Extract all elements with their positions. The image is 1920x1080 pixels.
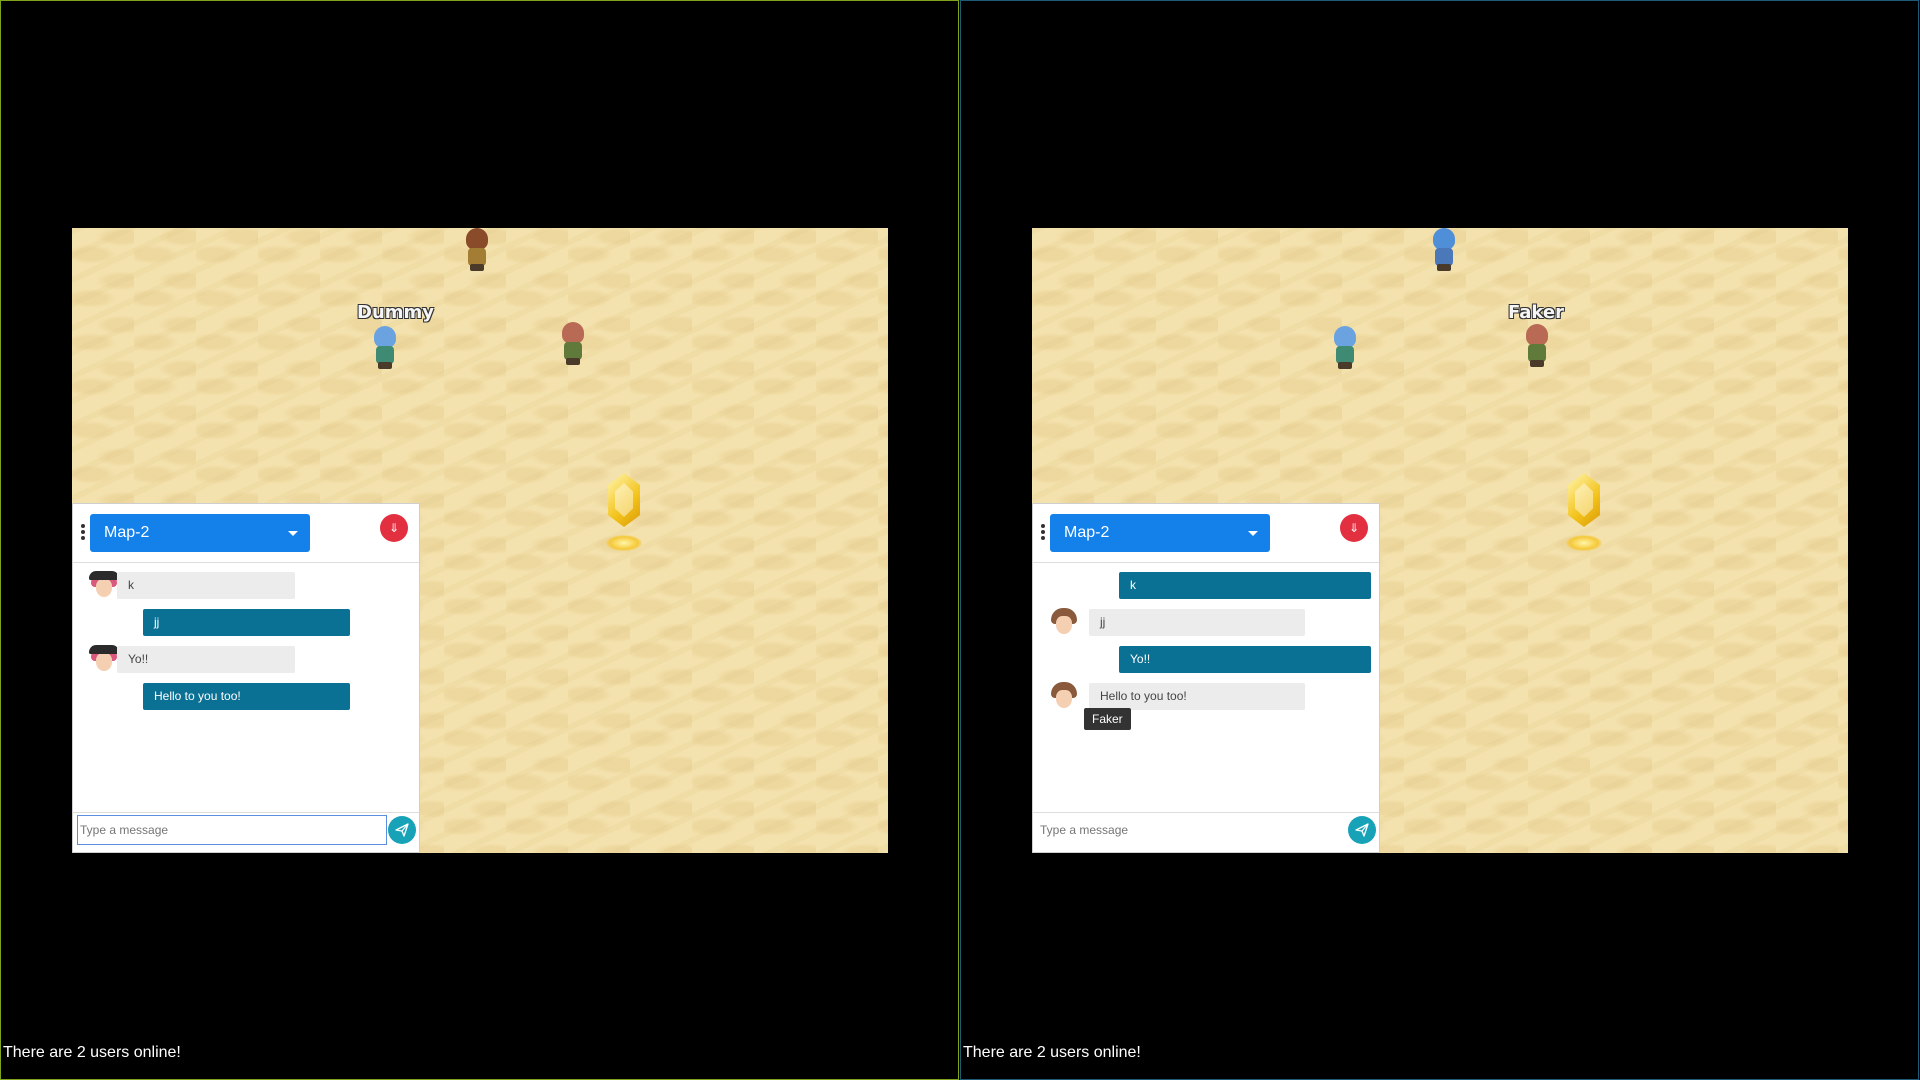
player-sprite-blue-girl[interactable] [1328,326,1362,370]
player-sprite-pink-archer[interactable] [1520,324,1554,368]
game-pane-right: Faker Map-2 ⇓ k jj Yo!! Hello to you too… [960,0,1919,1080]
send-icon [1355,823,1369,837]
message-list: k jj Yo!! Hello to you too! [73,563,419,803]
drag-handle-icon[interactable] [1041,524,1045,540]
player-sprite-brown-warrior[interactable] [460,228,494,272]
game-map[interactable]: Faker Map-2 ⇓ k jj Yo!! Hello to you too… [1032,228,1848,853]
room-select[interactable]: Map-2 [90,514,310,552]
drag-handle-icon[interactable] [81,524,85,540]
crystal-icon[interactable] [1562,473,1606,563]
crystal-icon[interactable] [602,473,646,563]
message-list: k jj Yo!! Hello to you too! Faker [1033,563,1379,803]
room-select-value: Map-2 [104,524,150,541]
avatar [1049,608,1079,638]
message-bubble: jj [143,609,350,636]
player-sprite-blue-girl[interactable] [1427,228,1461,272]
game-map[interactable]: Dummy Map-2 ⇓ k jj Yo!! Hello to you too… [72,228,888,853]
caret-down-icon [1248,531,1258,536]
message-bubble: Hello to you too! [1089,683,1305,710]
chat-header: Map-2 ⇓ [73,504,419,563]
message-bubble: jj [1089,609,1305,636]
avatar [89,571,119,601]
send-icon [395,823,409,837]
online-status: There are 2 users online! [3,1044,181,1061]
chat-panel: Map-2 ⇓ k jj Yo!! Hello to you too! [72,503,420,853]
collapse-chat-button[interactable]: ⇓ [380,514,408,542]
caret-down-icon [288,531,298,536]
message-bubble: Hello to you too! [143,683,350,710]
message-bubble: k [1119,572,1371,599]
message-input[interactable] [77,815,387,845]
author-tooltip: Faker [1084,708,1131,730]
chat-footer [73,812,419,853]
message-bubble: Yo!! [117,646,295,673]
message-bubble: k [117,572,295,599]
send-button[interactable] [388,816,416,844]
avatar [1049,682,1079,712]
chat-footer [1033,812,1379,853]
player-sprite-pink-archer[interactable] [556,322,590,366]
player-name-tag: Dummy [357,302,435,323]
message-input[interactable] [1037,815,1347,845]
avatar [89,645,119,675]
online-status: There are 2 users online! [963,1044,1141,1061]
collapse-chat-button[interactable]: ⇓ [1340,514,1368,542]
message-bubble: Yo!! [1119,646,1371,673]
chat-header: Map-2 ⇓ [1033,504,1379,563]
player-name-tag: Faker [1508,302,1564,323]
chat-panel: Map-2 ⇓ k jj Yo!! Hello to you too! Fake [1032,503,1380,853]
room-select-value: Map-2 [1064,524,1110,541]
room-select[interactable]: Map-2 [1050,514,1270,552]
double-chevron-down-icon: ⇓ [388,521,400,535]
send-button[interactable] [1348,816,1376,844]
double-chevron-down-icon: ⇓ [1348,521,1360,535]
game-pane-left: Dummy Map-2 ⇓ k jj Yo!! Hello to you too… [0,0,959,1080]
player-sprite-blue-girl[interactable] [368,326,402,370]
